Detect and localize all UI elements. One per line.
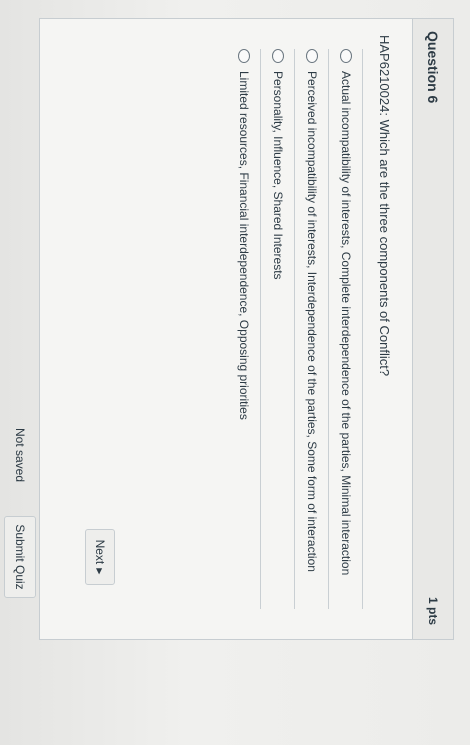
answer-option[interactable]: Perceived incompatibility of interests, … — [295, 49, 329, 609]
submit-quiz-button[interactable]: Submit Quiz — [4, 516, 36, 598]
question-points: 1 pts — [426, 596, 440, 625]
answer-label: Limited resources, Financial interdepend… — [237, 71, 251, 420]
answer-label: Actual incompatibility of interests, Com… — [339, 71, 353, 576]
rotated-content: Question 6 1 pts HAP6210024: Which are t… — [0, 0, 470, 745]
next-label: Next — [93, 539, 107, 565]
quiz-footer: Not saved Submit Quiz — [0, 18, 37, 638]
next-button[interactable]: Next ▶ — [85, 529, 115, 585]
answer-option[interactable]: Actual incompatibility of interests, Com… — [329, 49, 363, 609]
save-status: Not saved — [13, 428, 27, 483]
radio-button[interactable] — [306, 49, 318, 63]
screen: Question 6 1 pts HAP6210024: Which are t… — [0, 0, 470, 745]
question-body: HAP6210024: Which are the three componen… — [227, 19, 412, 639]
radio-button[interactable] — [238, 49, 250, 63]
question-title: Question 6 — [425, 31, 441, 104]
answer-option[interactable]: Limited resources, Financial interdepend… — [227, 49, 261, 609]
answer-list: Actual incompatibility of interests, Com… — [227, 49, 363, 609]
radio-button[interactable] — [272, 49, 284, 63]
answer-option[interactable]: Personality, Influence, Shared Interests — [261, 49, 295, 609]
answer-label: Personality, Influence, Shared Interests — [271, 71, 285, 280]
radio-button[interactable] — [340, 49, 352, 63]
caret-right-icon: ▶ — [95, 568, 105, 575]
question-header: Question 6 1 pts — [412, 19, 453, 639]
question-card: Question 6 1 pts HAP6210024: Which are t… — [39, 18, 454, 640]
answer-label: Perceived incompatibility of interests, … — [305, 71, 319, 572]
question-text: HAP6210024: Which are the three componen… — [377, 35, 392, 377]
